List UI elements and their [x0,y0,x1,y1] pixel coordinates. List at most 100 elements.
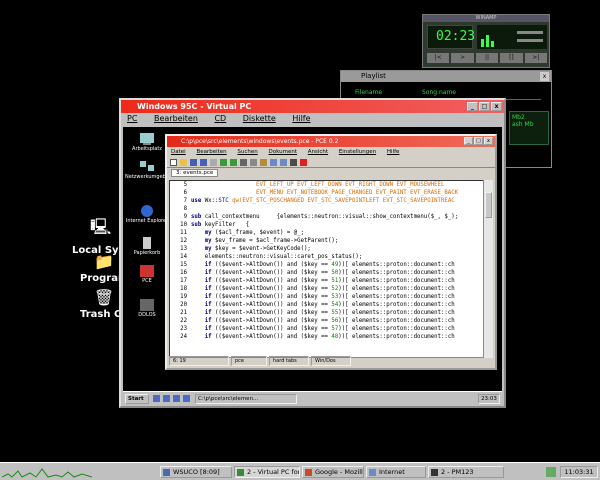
tray-icon[interactable] [546,467,556,477]
save-all-icon[interactable] [200,158,207,166]
code-line[interactable]: 16 if (($event->AltDown()) and ($key == … [170,269,486,277]
host-task-internet[interactable]: Internet [366,466,426,478]
menu-suchen[interactable]: Suchen [237,149,257,155]
guest-icon-papierkorb[interactable]: Papierkorb [125,237,169,256]
host-task-mozilla[interactable]: Google - Mozilla [302,466,364,478]
menu-bearbeiten[interactable]: Bearbeiten [196,149,226,155]
code-line[interactable]: 10 sub keyFilter { [170,221,486,229]
guest-icon-label: DDLOS [138,312,156,318]
menu-hilfe[interactable]: Hilfe [292,114,310,123]
close-icon[interactable]: x [540,72,549,81]
start-button[interactable]: Start [125,394,149,404]
guest-icon-ddlos[interactable]: DDLOS [125,299,169,318]
pce-titlebar[interactable]: C:\p\pce\src\elements\windows\events.pce… [167,136,495,147]
guest-icon-netzwerk[interactable]: Netzwerkumgebung [125,161,175,180]
menu-datei[interactable]: Datei [171,149,186,155]
quicklaunch-icon[interactable] [173,395,180,402]
new-file-icon[interactable] [170,158,177,166]
menu-bearbeiten[interactable]: Bearbeiten [154,114,198,123]
stop-button[interactable]: [] [500,53,523,63]
maximize-icon[interactable]: □ [474,137,483,145]
code-line[interactable]: 7 use Wx::STC qw(EVT_STC_POSCHANGED EVT_S… [170,197,486,205]
code-line[interactable]: 17 if (($event->AltDown()) and ($key == … [170,277,486,285]
line-number: 24 [180,334,187,340]
code-token: ))[ elements::proton::document::ch [338,278,455,284]
code-line[interactable]: 23 if (($event->AltDown()) and ($key == … [170,325,486,333]
undo-icon[interactable] [220,158,227,166]
host-task-virtual-pc[interactable]: 2 - Virtual PC for ... [234,466,300,478]
status-lineending: Win/Dos [311,356,351,366]
guest-task-editor[interactable]: C:\p\pce\src\elemen... [195,394,297,404]
code-token: (($event->AltDown()) and ($key == [214,326,332,332]
column-song-name[interactable]: Song name [422,89,456,96]
close-file-icon[interactable] [210,158,217,166]
menu-ansicht[interactable]: Ansicht [308,149,328,155]
code-token: ))[ elements::proton::document::ch [338,294,455,300]
delete-icon[interactable] [300,158,307,166]
code-line[interactable]: 6 EVT_MENU EVT_NOTEBOOK_PAGE_CHANGED EVT… [170,189,486,197]
code-line[interactable]: 13 my $key = $event->GetKeyCode(); [170,245,486,253]
host-task-pm123[interactable]: 2 - PM123 [428,466,504,478]
winamp-titlebar[interactable]: WINAMP [423,15,549,22]
menu-einstellungen[interactable]: Einstellungen [339,149,376,155]
maximize-icon[interactable]: □ [479,102,490,111]
redo-icon[interactable] [230,158,237,166]
quicklaunch-icon[interactable] [153,395,160,402]
code-line[interactable]: 8 [170,205,486,213]
menu-cd[interactable]: CD [214,114,226,123]
code-token: ))[ elements::proton::document::ch [338,286,455,292]
host-task-wsuco[interactable]: WSUCO [8:09] [160,466,232,478]
cut-icon[interactable] [240,158,247,166]
vertical-scrollbar[interactable] [483,180,493,358]
code-line[interactable]: 14 elements::neutron::visual::caret_pos_… [170,253,486,261]
code-line[interactable]: 22 if (($event->AltDown()) and ($key == … [170,317,486,325]
internet-explorer-icon [141,205,153,217]
pause-button[interactable]: || [475,53,499,63]
copy-icon[interactable] [250,158,257,166]
code-line[interactable]: 24 if (($event->AltDown()) and ($key == … [170,333,486,341]
replace-icon[interactable] [280,158,287,166]
code-line[interactable]: 11 my ($acl_frame, $event) = @_; [170,229,486,237]
vpc-titlebar[interactable]: Windows 95C - Virtual PC _ □ x [121,100,504,113]
open-icon[interactable] [180,158,187,166]
code-line[interactable]: 21 if (($event->AltDown()) and ($key == … [170,309,486,317]
guest-icon-ie[interactable]: Internet Explorer [125,205,169,224]
line-number: 15 [180,262,187,268]
code-token: if [191,270,215,276]
save-icon[interactable] [190,158,197,166]
menu-dokument[interactable]: Dokument [269,149,298,155]
close-icon[interactable]: x [484,137,493,145]
quicklaunch-icon[interactable] [163,395,170,402]
app-icon [431,469,438,476]
menu-hilfe[interactable]: Hilfe [387,149,400,155]
find-icon[interactable] [270,158,277,166]
menu-diskette[interactable]: Diskette [243,114,276,123]
goto-icon[interactable] [290,158,297,166]
minimize-icon[interactable]: _ [464,137,473,145]
close-icon[interactable]: x [491,102,502,111]
guest-icon-arbeitsplatz[interactable]: Arbeitsplatz [125,133,169,152]
code-line[interactable]: 19 if (($event->AltDown()) and ($key == … [170,293,486,301]
code-line[interactable]: 12 my $ev_frame = $acl_frame->GetParent(… [170,237,486,245]
code-line[interactable]: 5 EVT_LEFT_UP EVT_LEFT_DOWN EVT_RIGHT_DO… [170,181,486,189]
play-button[interactable]: > [451,53,474,63]
code-editor[interactable]: 5 EVT_LEFT_UP EVT_LEFT_DOWN EVT_RIGHT_DO… [169,180,487,358]
code-line[interactable]: 20 if (($event->AltDown()) and ($key == … [170,301,486,309]
minimize-icon[interactable]: _ [467,102,478,111]
tab-events[interactable]: 3: events.pce [171,169,219,177]
menu-pc[interactable]: PC [127,114,137,123]
app-icon [237,469,244,476]
next-button[interactable]: >| [524,53,548,63]
code-line[interactable]: 18 if (($event->AltDown()) and ($key == … [170,285,486,293]
code-line[interactable]: 15 if (($event->AltDown()) and ($key == … [170,261,486,269]
scrollbar-thumb[interactable] [485,192,492,218]
quicklaunch-icon[interactable] [183,395,190,402]
column-filename[interactable]: Filename [355,89,382,96]
code-token: (($event->AltDown()) and ($key == [214,270,332,276]
code-token: EVT_LEFT_UP EVT_LEFT_DOWN EVT_RIGHT_DOWN… [191,182,445,188]
paste-icon[interactable] [260,158,267,166]
code-line[interactable]: 9 sub call_contextmenu {elements::neutron… [170,213,486,221]
guest-icon-pce[interactable]: PCE [125,265,169,284]
prev-button[interactable]: |< [427,53,450,63]
playlist-titlebar[interactable]: Playlist x [341,71,551,82]
